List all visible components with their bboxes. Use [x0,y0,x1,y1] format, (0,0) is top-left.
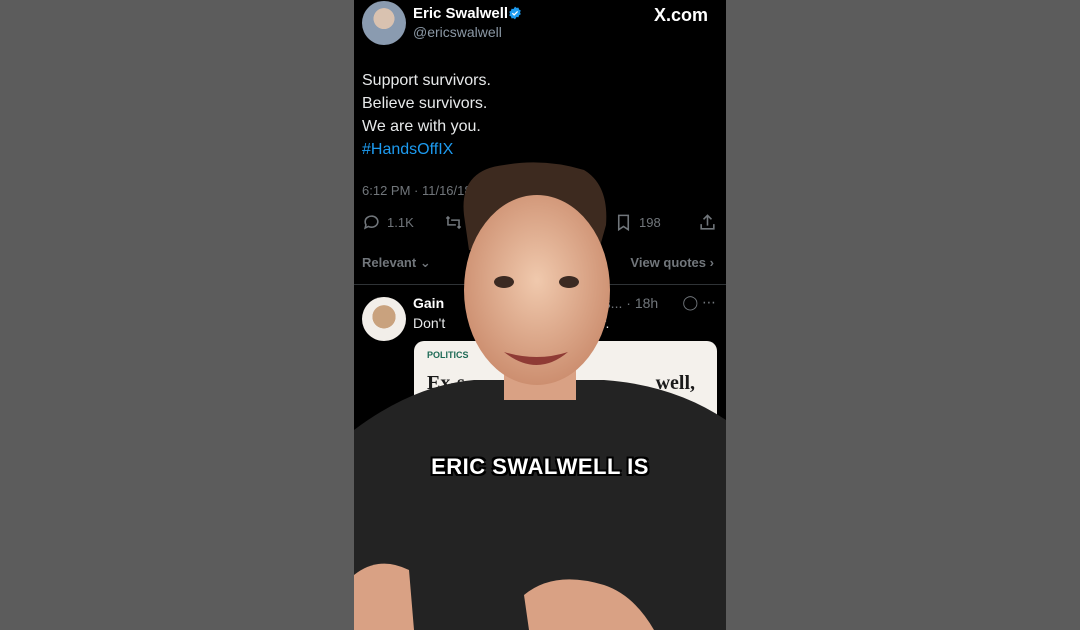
video-frame: Eric Swalwell @ericswalwell X.com Suppor… [354,0,726,630]
left-hand [354,563,414,630]
video-caption: ERIC SWALWELL IS [431,454,649,479]
left-eye [494,276,514,288]
presenter [354,162,726,630]
right-eye [559,276,579,288]
face [464,195,610,385]
